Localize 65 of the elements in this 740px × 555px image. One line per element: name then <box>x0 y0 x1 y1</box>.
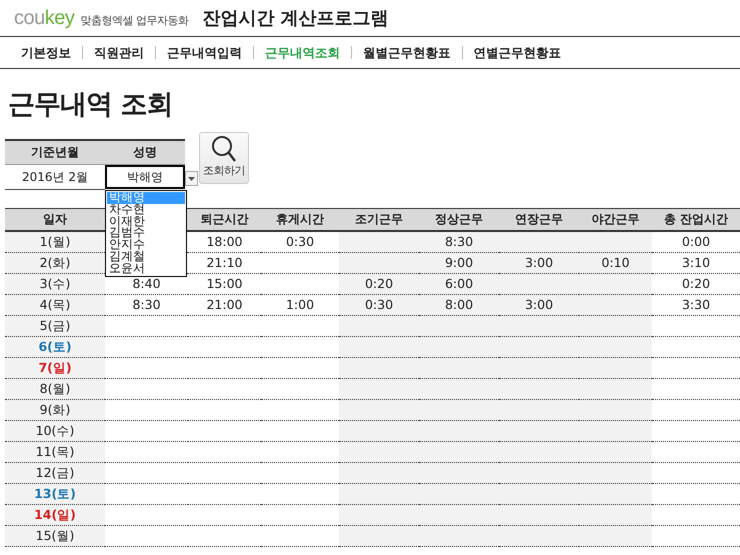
column-header: 조기근무 <box>339 209 419 232</box>
search-icon <box>211 135 237 163</box>
table-cell: 15:00 <box>188 274 261 295</box>
table-cell: 8:30 <box>105 295 188 316</box>
table-cell: 18:00 <box>188 232 261 253</box>
table-cell: 9(화) <box>5 400 105 421</box>
dropdown-option[interactable]: 오윤서 <box>107 262 185 275</box>
column-header: 휴게시간 <box>261 209 339 232</box>
page-title: 근무내역 조회 <box>7 88 174 122</box>
table-cell: 21:10 <box>188 253 261 274</box>
column-header: 일자 <box>5 209 105 232</box>
column-header: 성명 <box>105 141 185 165</box>
table-cell: 5(금) <box>5 316 105 337</box>
column-header: 총 잔업시간 <box>652 209 740 232</box>
table-cell: 7(일) <box>5 358 105 379</box>
table-cell: 8:00 <box>419 295 499 316</box>
column-header: 야간근무 <box>579 209 652 232</box>
caret-icon <box>188 176 195 180</box>
app-title: 잔업시간 계산프로그램 <box>202 7 389 30</box>
dropdown-option[interactable]: 안지수 <box>107 239 185 251</box>
dropdown-option[interactable]: 이재한 <box>107 216 185 228</box>
table-cell: 0:10 <box>579 253 652 274</box>
table-cell: 9:00 <box>419 253 499 274</box>
column-header: 퇴근시간 <box>188 209 261 232</box>
dropdown-option[interactable]: 김계철 <box>107 250 185 263</box>
name-field[interactable]: 박해영 <box>105 165 185 189</box>
table-cell: 1(월) <box>5 232 105 253</box>
column-header: 기준년월 <box>5 141 105 165</box>
dropdown-option[interactable]: 차수현 <box>107 204 185 216</box>
column-header: 연장근무 <box>499 209 579 232</box>
table-cell: 3:10 <box>652 253 740 274</box>
table-cell: 14(일) <box>5 505 105 526</box>
table-cell: 11(목) <box>5 442 105 463</box>
table-cell: 2(화) <box>5 253 105 274</box>
table-cell: 8:30 <box>419 232 499 253</box>
nav-tab[interactable]: 연별근무현황표 <box>462 46 572 59</box>
dropdown-button[interactable] <box>185 171 198 186</box>
table-cell: 8:40 <box>105 274 188 295</box>
table-cell: 15(월) <box>5 526 105 547</box>
table-cell: 3(수) <box>5 274 105 295</box>
search-button[interactable]: 조회하기 <box>199 132 249 184</box>
table-cell: 10(수) <box>5 421 105 442</box>
table-cell: 0:30 <box>339 295 419 316</box>
table-cell: 3:00 <box>499 295 579 316</box>
nav-tab[interactable]: 근무내역입력 <box>155 46 253 59</box>
month-value: 2016년 2월 <box>5 165 105 190</box>
table-cell: 6:00 <box>419 274 499 295</box>
table-cell: 3:30 <box>652 295 740 316</box>
table-cell: 6(토) <box>5 337 105 358</box>
tagline: 맞춤형엑셀 업무자동화 <box>80 13 188 28</box>
table-cell: 12(금) <box>5 463 105 484</box>
table-cell: 0:20 <box>339 274 419 295</box>
column-header: 정상근무 <box>419 209 499 232</box>
table-cell: 0:20 <box>652 274 740 295</box>
table-cell: 21:00 <box>188 295 261 316</box>
table-cell: 4(목) <box>5 295 105 316</box>
logo: coukey <box>14 7 74 30</box>
table-cell: 0:00 <box>652 232 740 253</box>
table-cell: 3:00 <box>499 253 579 274</box>
table-cell: 13(토) <box>5 484 105 505</box>
table-cell: 8(월) <box>5 379 105 400</box>
dropdown-option[interactable]: 김범수 <box>107 227 185 240</box>
nav-tab[interactable]: 기본정보 <box>10 46 82 59</box>
nav-tab[interactable]: 직원관리 <box>82 46 155 59</box>
nav-tab[interactable]: 월별근무현황표 <box>351 46 462 59</box>
